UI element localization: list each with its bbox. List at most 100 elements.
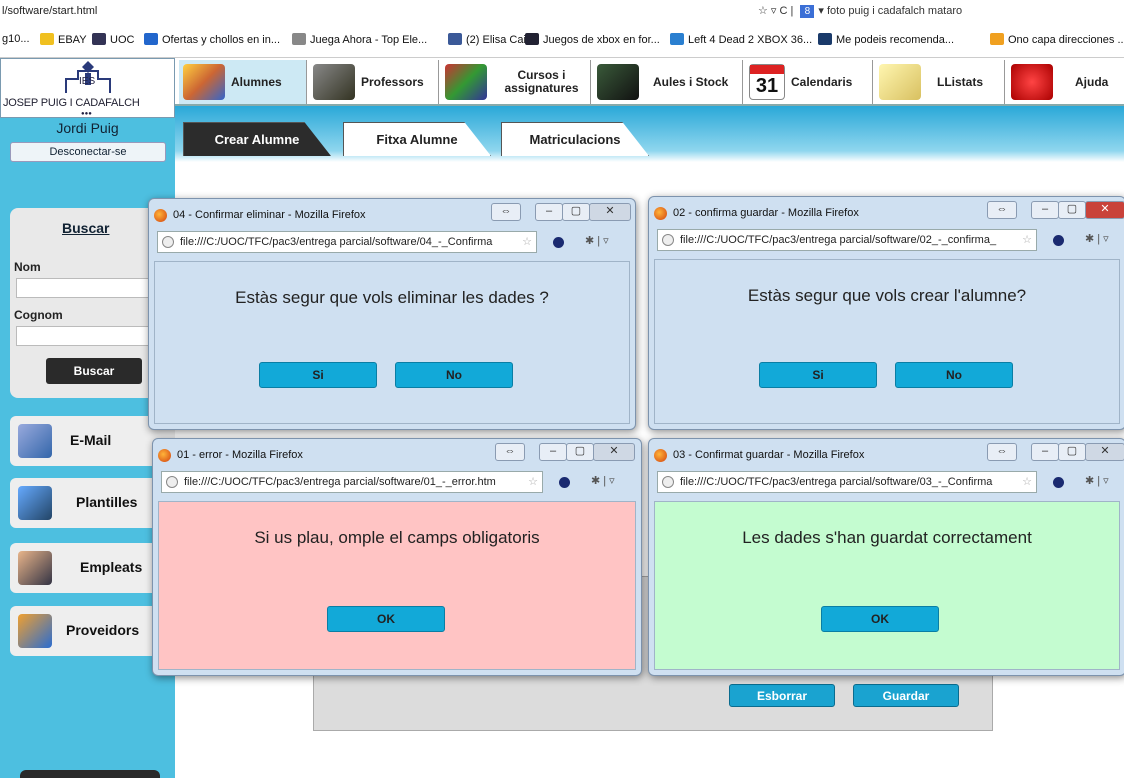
window-titlebar[interactable]: 01 - error - Mozilla Firefox ⇔ – ▢ ✕ [153, 439, 641, 469]
address-bar[interactable]: file:///C:/UOC/TFC/pac3/entrega parcial/… [157, 231, 537, 253]
suppliers-label: Proveidors [66, 622, 140, 638]
minimize-button[interactable]: – [539, 443, 567, 461]
search-button[interactable]: Buscar [46, 358, 142, 384]
close-button[interactable]: ✕ [593, 443, 635, 461]
templates-button[interactable]: Plantilles [10, 478, 175, 528]
tools-icon[interactable]: ✱ | ▿ [1085, 232, 1109, 245]
sidebar-bottom-button[interactable] [20, 770, 160, 778]
address-bar[interactable]: file:///C:/UOC/TFC/pac3/entrega parcial/… [161, 471, 543, 493]
no-button[interactable]: No [395, 362, 513, 388]
dialog-body: Les dades s'han guardat correctament OK [654, 501, 1120, 670]
tools-icon[interactable]: ✱ | ▿ [591, 474, 615, 487]
globe-icon [662, 476, 674, 488]
save-button[interactable]: Guardar [853, 684, 959, 707]
tab-student-record[interactable]: Fitxa Alumne [343, 122, 491, 156]
window-title: 01 - error - Mozilla Firefox [177, 449, 303, 461]
logout-button[interactable]: Desconectar-se [10, 142, 166, 162]
browser-search-area[interactable]: ☆ ▿ C | 8 ▾ foto puig i cadafalch mataro [758, 4, 962, 18]
ebay-icon [40, 33, 54, 45]
star-icon[interactable]: ☆ [522, 232, 532, 252]
window-titlebar[interactable]: 02 - confirma guardar - Mozilla Firefox … [649, 197, 1124, 227]
address-bar[interactable]: file:///C:/UOC/TFC/pac3/entrega parcial/… [657, 229, 1037, 251]
bookmark-item[interactable]: EBAY [40, 33, 87, 46]
nav-tab-students[interactable]: Alumnes [179, 60, 307, 104]
minimize-button[interactable]: – [1031, 443, 1059, 461]
maximize-button[interactable]: ▢ [1058, 201, 1086, 219]
yes-button[interactable]: Si [759, 362, 877, 388]
nom-input[interactable] [16, 278, 166, 298]
error-window: 01 - error - Mozilla Firefox ⇔ – ▢ ✕ fil… [152, 438, 642, 676]
dialog-message: Estàs segur que vols eliminar les dades … [235, 288, 549, 307]
minimize-button[interactable]: – [1031, 201, 1059, 219]
dialog-body: Estàs segur que vols eliminar les dades … [154, 261, 630, 424]
bookmark-item[interactable]: Juegos de xbox en for... [525, 33, 660, 46]
nav-tab-lists[interactable]: LListats [875, 60, 1005, 104]
help-button-icon [1011, 64, 1053, 100]
window-titlebar[interactable]: 04 - Confirmar eliminar - Mozilla Firefo… [149, 199, 635, 229]
browser-url-strip: l/software/start.html ☆ ▿ C | 8 ▾ foto pu… [0, 0, 1124, 22]
bookmark-item[interactable]: Ofertas y chollos en in... [144, 33, 280, 46]
window-title: 02 - confirma guardar - Mozilla Firefox [673, 207, 859, 219]
dialog-message: Estàs segur que vols crear l'alumne? [747, 286, 1027, 305]
bookmark-item[interactable]: Left 4 Dead 2 XBOX 36... [670, 33, 812, 46]
search-title: Buscar [62, 220, 110, 236]
no-button[interactable]: No [895, 362, 1013, 388]
tab-enrollments[interactable]: Matriculacions [501, 122, 649, 156]
nom-label: Nom [14, 260, 41, 274]
bookmark-item[interactable]: g10... [2, 33, 30, 45]
wordpress-icon [144, 33, 158, 45]
ok-button[interactable]: OK [327, 606, 445, 632]
window-titlebar[interactable]: 03 - Confirmat guardar - Mozilla Firefox… [649, 439, 1124, 469]
employees-button[interactable]: Empleats [10, 543, 175, 593]
google-icon: 8 [800, 4, 815, 18]
bookmark-item[interactable]: Me podeis recomenda... [818, 33, 954, 46]
nav-tab-label: LListats [937, 74, 984, 89]
globe-icon [166, 476, 178, 488]
close-button[interactable]: ✕ [1085, 201, 1124, 219]
nav-tab-rooms[interactable]: Aules i Stock [593, 60, 743, 104]
maximize-button[interactable]: ▢ [562, 203, 590, 221]
addon-icon[interactable] [1053, 235, 1064, 246]
browser-url[interactable]: l/software/start.html [2, 5, 97, 17]
nav-tab-help[interactable]: Ajuda [1007, 60, 1124, 104]
minimize-button[interactable]: – [535, 203, 563, 221]
nav-tab-label: Ajuda [1075, 74, 1109, 89]
star-icon[interactable]: ☆ [1022, 230, 1032, 250]
bookmark-item[interactable]: Ono capa direcciones ... [990, 33, 1124, 46]
maximize-button[interactable]: ▢ [566, 443, 594, 461]
forklift-icon [18, 614, 52, 648]
ono-icon [990, 33, 1004, 45]
yes-button[interactable]: Si [259, 362, 377, 388]
resize-icon[interactable]: ⇔ [495, 443, 525, 461]
user-name: Jordi Puig [56, 120, 119, 136]
star-icon[interactable]: ☆ [1022, 472, 1032, 492]
tab-create-student[interactable]: Crear Alumne [183, 122, 331, 156]
nav-tab-teachers[interactable]: Professors [309, 60, 439, 104]
logo-school-name: JOSEP PUIG I CADAFALCH [3, 97, 140, 109]
bookmark-item[interactable]: Juega Ahora - Top Ele... [292, 33, 427, 46]
addon-icon[interactable] [559, 477, 570, 488]
browser-search-text: foto puig i cadafalch mataro [827, 5, 963, 17]
school-logo: IES JOSEP PUIG I CADAFALCH ●●● [0, 58, 175, 118]
ok-button[interactable]: OK [821, 606, 939, 632]
resize-icon[interactable]: ⇔ [987, 443, 1017, 461]
resize-icon[interactable]: ⇔ [491, 203, 521, 221]
bookmark-item[interactable]: (2) Elisa Cai [448, 33, 526, 46]
nav-tab-calendars[interactable]: 31 Calendaris [745, 60, 873, 104]
nav-tab-courses[interactable]: Cursos i assignatures [441, 60, 591, 104]
bookmark-item[interactable]: UOC [92, 33, 134, 46]
tools-icon[interactable]: ✱ | ▿ [585, 234, 609, 247]
addon-icon[interactable] [1053, 477, 1064, 488]
suppliers-button[interactable]: Proveidors [10, 606, 175, 656]
resize-icon[interactable]: ⇔ [987, 201, 1017, 219]
close-button[interactable]: ✕ [589, 203, 631, 221]
close-button[interactable]: ✕ [1085, 443, 1124, 461]
maximize-button[interactable]: ▢ [1058, 443, 1086, 461]
addon-icon[interactable] [553, 237, 564, 248]
tools-icon[interactable]: ✱ | ▿ [1085, 474, 1109, 487]
window-title: 03 - Confirmat guardar - Mozilla Firefox [673, 449, 865, 461]
address-bar[interactable]: file:///C:/UOC/TFC/pac3/entrega parcial/… [657, 471, 1037, 493]
cognom-input[interactable] [16, 326, 166, 346]
erase-button[interactable]: Esborrar [729, 684, 835, 707]
star-icon[interactable]: ☆ [528, 472, 538, 492]
